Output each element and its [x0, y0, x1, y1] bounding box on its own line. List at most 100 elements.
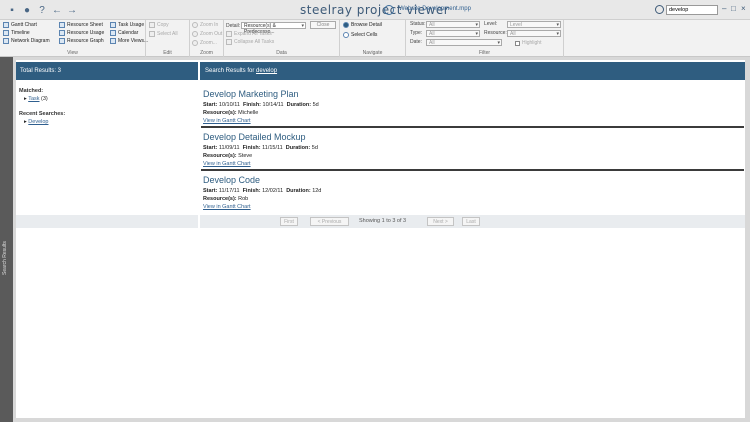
- zoom-out-icon: [192, 31, 198, 37]
- previous-page-button[interactable]: < Previous: [310, 217, 349, 226]
- task-usage-button[interactable]: Task Usage: [110, 22, 144, 28]
- total-results-header: Total Results: 3: [16, 62, 198, 80]
- result-item: Develop Marketing Plan Start: 10/10/11 F…: [201, 87, 744, 128]
- forward-arrow-icon[interactable]: →: [66, 4, 78, 16]
- ribbon-group-label: Edit: [163, 50, 172, 56]
- result-dates: Start: 11/17/11 Finish: 12/02/11 Duratio…: [203, 188, 322, 194]
- bullet-icon: ▸: [24, 119, 27, 125]
- recent-searches-title: Recent Searches:: [19, 111, 66, 117]
- ribbon-group-zoom: Zoom In Zoom Out Zoom... Zoom: [190, 20, 224, 57]
- first-page-button[interactable]: First: [280, 217, 298, 226]
- ribbon-group-filter: Status: All Type: All Date: All Level: L…: [406, 20, 564, 57]
- matched-panel: Matched: ▸ Task (3) Recent Searches: ▸ D…: [19, 88, 197, 128]
- search-icon[interactable]: [655, 5, 664, 14]
- resource-usage-button[interactable]: Resource Usage: [59, 30, 104, 36]
- copy-icon: [149, 22, 155, 28]
- search-results-panel: Total Results: 3 Search Results for deve…: [16, 60, 745, 418]
- level-select[interactable]: Level: [507, 21, 561, 28]
- result-resources: Resource(s): Michelle: [203, 110, 259, 116]
- network-diagram-button[interactable]: Network Diagram: [3, 38, 50, 44]
- date-select[interactable]: All: [426, 39, 502, 46]
- more-views-icon: [110, 38, 116, 44]
- collapse-icon: [226, 39, 232, 45]
- browse-detail-radio[interactable]: Browse Detail: [343, 22, 382, 28]
- resource-select[interactable]: All: [507, 30, 561, 37]
- more-views-button[interactable]: More Views...: [110, 38, 148, 44]
- type-select[interactable]: All: [426, 30, 480, 37]
- date-label: Date:: [410, 39, 422, 45]
- calendar-button[interactable]: Calendar: [110, 30, 138, 36]
- ribbon: Gantt Chart Timeline Network Diagram Res…: [0, 20, 750, 57]
- level-label: Level:: [484, 21, 498, 27]
- pager-info: Showing 1 to 3 of 3: [359, 218, 407, 224]
- view-in-gantt-link[interactable]: View in Gantt Chart: [203, 161, 251, 167]
- zoom-icon: [192, 40, 198, 46]
- gantt-chart-icon: [3, 22, 9, 28]
- ribbon-group-label: View: [67, 50, 78, 56]
- select-all-button[interactable]: Select All: [149, 31, 178, 37]
- search-results-header: Search Results for develop: [200, 62, 745, 80]
- detail-select[interactable]: Resource(s) & Predecesso...: [241, 22, 306, 35]
- ribbon-group-label: Data: [276, 50, 287, 56]
- result-dates: Start: 10/10/11 Finish: 10/14/11 Duratio…: [203, 102, 319, 108]
- ribbon-group-label: Navigate: [362, 50, 383, 56]
- select-cells-radio[interactable]: Select Cells: [343, 32, 377, 38]
- help-icon[interactable]: ?: [36, 4, 48, 16]
- app-menu-icon[interactable]: ▪: [6, 4, 18, 16]
- resource-usage-icon: [59, 30, 65, 36]
- last-page-button[interactable]: Last: [462, 217, 480, 226]
- zoom-dialog-button[interactable]: Zoom...: [192, 40, 217, 46]
- timeline-button[interactable]: Timeline: [3, 30, 30, 36]
- expand-all-button[interactable]: Expand All Tasks: [226, 31, 272, 37]
- pager: First < Previous Showing 1 to 3 of 3 Nex…: [200, 215, 745, 228]
- result-title[interactable]: Develop Marketing Plan: [203, 89, 299, 99]
- resource-sheet-button[interactable]: Resource Sheet: [59, 22, 103, 28]
- expand-icon: [226, 31, 232, 37]
- close-window-icon[interactable]: ×: [741, 4, 746, 13]
- result-title[interactable]: Develop Code: [203, 175, 260, 185]
- checkbox-icon: [515, 40, 520, 46]
- result-title[interactable]: Develop Detailed Mockup: [203, 132, 306, 142]
- ribbon-group-data: Detail: Resource(s) & Predecesso... Clos…: [224, 20, 340, 57]
- resource-label: Resource:: [484, 30, 507, 36]
- result-item: Develop Code Start: 11/17/11 Finish: 12/…: [201, 173, 744, 214]
- status-select[interactable]: All: [426, 21, 480, 28]
- left-footer-strip: [16, 215, 198, 228]
- ribbon-group-edit: Copy Select All Edit: [146, 20, 190, 57]
- search-input[interactable]: [666, 5, 718, 15]
- view-in-gantt-link[interactable]: View in Gantt Chart: [203, 204, 251, 210]
- search-results-side-tab[interactable]: Search Results: [0, 57, 13, 422]
- highlight-checkbox[interactable]: Highlight: [515, 40, 541, 46]
- matched-item: ▸ Task (3): [19, 96, 197, 102]
- search-term-link[interactable]: develop: [256, 68, 277, 74]
- title-bar: ▪ ● ? ← → steelray project viewer Websit…: [0, 0, 750, 20]
- type-label: Type:: [410, 30, 423, 36]
- resource-graph-button[interactable]: Resource Graph: [59, 38, 104, 44]
- matched-title: Matched:: [19, 88, 44, 94]
- network-diagram-icon: [3, 38, 9, 44]
- back-arrow-icon[interactable]: ←: [51, 4, 63, 16]
- result-resources: Resource(s): Rob: [203, 196, 249, 202]
- matched-task-link[interactable]: Task: [28, 96, 39, 102]
- radio-selected-icon: [343, 22, 349, 28]
- ribbon-group-label: Zoom: [200, 50, 213, 56]
- zoom-out-button[interactable]: Zoom Out: [192, 31, 222, 37]
- next-page-button[interactable]: Next >: [427, 217, 454, 226]
- copy-button[interactable]: Copy: [149, 22, 169, 28]
- file-globe-icon: [384, 5, 394, 15]
- ribbon-group-navigate: Browse Detail Select Cells Navigate: [340, 20, 406, 57]
- task-usage-icon: [110, 22, 116, 28]
- recent-search-link[interactable]: Develop: [28, 119, 48, 125]
- result-item: Develop Detailed Mockup Start: 11/09/11 …: [201, 130, 744, 171]
- ribbon-group-view: Gantt Chart Timeline Network Diagram Res…: [0, 20, 148, 57]
- result-resources: Resource(s): Steve: [203, 153, 253, 159]
- close-button[interactable]: Close: [310, 21, 336, 29]
- bullet-icon: ▸: [24, 96, 27, 102]
- user-icon[interactable]: ●: [21, 4, 33, 16]
- gantt-chart-button[interactable]: Gantt Chart: [3, 22, 37, 28]
- view-in-gantt-link[interactable]: View in Gantt Chart: [203, 118, 251, 124]
- zoom-in-button[interactable]: Zoom In: [192, 22, 218, 28]
- minimize-icon[interactable]: –: [722, 4, 726, 13]
- maximize-icon[interactable]: □: [731, 4, 736, 13]
- collapse-all-button[interactable]: Collapse All Tasks: [226, 39, 274, 45]
